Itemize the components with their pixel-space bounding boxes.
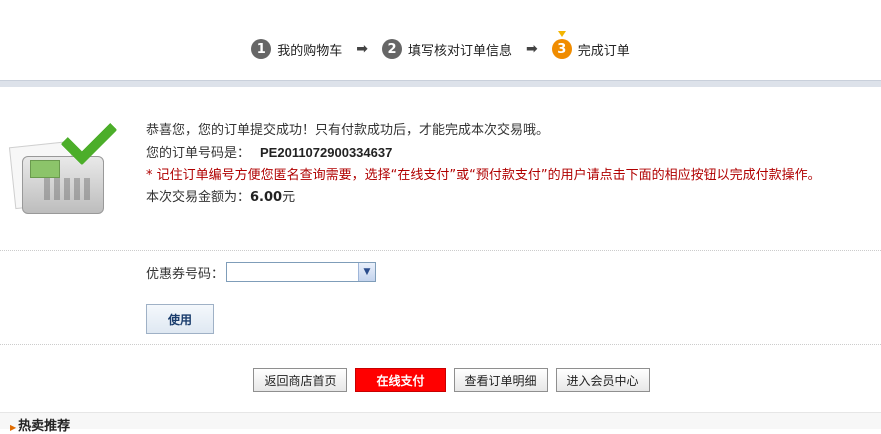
terminal-screen-icon [30, 160, 60, 178]
chevron-down-icon[interactable]: ▼ [358, 263, 376, 281]
hot-recommend-title: 热卖推荐 [10, 415, 70, 434]
divider-bar [0, 80, 881, 87]
divider [0, 250, 881, 251]
coupon-select[interactable]: ▼ [226, 262, 377, 282]
action-buttons: 返回商店首页 在线支付 查看订单明细 进入会员中心 [0, 368, 881, 392]
order-message: 恭喜您，您的订单提交成功！只有付款成功后，才能完成本次交易哦。 您的订单号码是：… [146, 120, 876, 209]
use-coupon-button[interactable]: 使用 [146, 304, 214, 334]
step-confirm: 2 填写核对订单信息 [381, 39, 512, 59]
success-text: 恭喜您，您的订单提交成功！只有付款成功后，才能完成本次交易哦。 [146, 123, 550, 138]
step-number: 3 [551, 31, 572, 59]
order-number-line: 您的订单号码是： PE2011072900334637 [146, 142, 876, 165]
order-number: PE2011072900334637 [260, 145, 393, 160]
amount-label: 本次交易金额为： [146, 190, 251, 205]
order-number-label: 您的订单号码是： [146, 146, 251, 161]
step-number: 1 [251, 39, 272, 59]
payment-success-icon [8, 108, 120, 220]
keypad-icon [44, 178, 92, 200]
arrow-right-icon: ➡ [356, 41, 368, 57]
divider [0, 344, 881, 345]
order-progress: 1 我的购物车 ➡ 2 填写核对订单信息 ➡ 3 完成订单 [0, 31, 881, 62]
step-complete: 3 完成订单 [551, 31, 630, 59]
back-to-shop-button[interactable]: 返回商店首页 [253, 368, 348, 392]
online-pay-button[interactable]: 在线支付 [355, 368, 446, 392]
step-label: 完成订单 [577, 43, 630, 59]
arrow-right-icon: ➡ [526, 41, 538, 57]
amount-value: 6.00 [250, 190, 283, 205]
hot-recommend-section: 热卖推荐 [0, 412, 881, 434]
amount-unit: 元 [282, 190, 296, 205]
step-label: 填写核对订单信息 [407, 43, 512, 59]
step-label: 我的购物车 [277, 43, 343, 59]
notice-text: * 记住订单编号方便您匿名查询需要，选择“在线支付”或“预付款支付”的用户请点击… [146, 168, 821, 183]
step-number: 2 [381, 39, 402, 59]
coupon-row: 优惠券号码： ▼ [146, 262, 377, 282]
step-cart: 1 我的购物车 [251, 39, 342, 59]
member-center-button[interactable]: 进入会员中心 [555, 368, 650, 392]
amount-line: 本次交易金额为：6.00元 [146, 187, 876, 209]
coupon-label: 优惠券号码： [146, 266, 225, 282]
view-order-detail-button[interactable]: 查看订单明细 [453, 368, 548, 392]
